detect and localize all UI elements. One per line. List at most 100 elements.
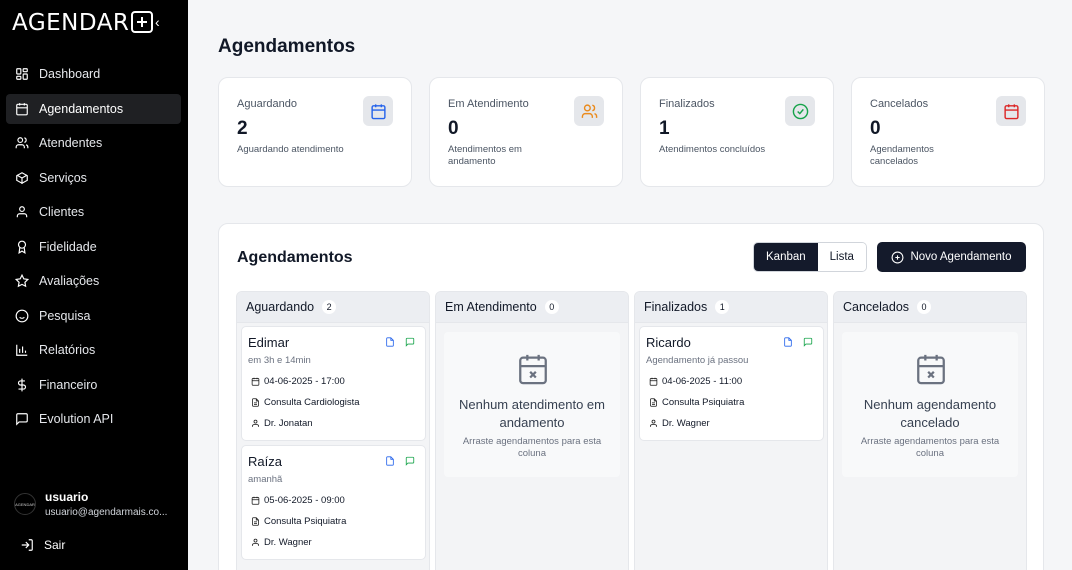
message-icon[interactable] [803,337,813,347]
sidebar-item-financeiro[interactable]: Financeiro [6,370,181,400]
message-icon[interactable] [405,456,415,466]
calendar-icon [996,96,1026,126]
user-icon [15,205,29,219]
column-count-badge: 1 [715,300,730,314]
stat-desc: Aguardando atendimento [237,144,344,155]
smile-icon [15,309,29,323]
column-title: Cancelados [843,300,910,314]
dashboard-icon [15,67,29,81]
new-appointment-label: Novo Agendamento [910,251,1012,263]
appointment-relative-time: Agendamento já passou [646,355,749,366]
stat-desc: Agendamentos cancelados [870,144,934,167]
user-profile[interactable]: AGENDAR usuario usuario@agendarmais.co..… [14,490,167,518]
appointment-card[interactable]: Raíza amanhã 05-06-2025 - 09:00 Consulta… [241,445,426,560]
sidebar: AGENDAR ‹ Dashboard Agendamentos Atenden… [0,0,188,570]
stat-value: 1 [659,118,670,139]
document-icon[interactable] [385,456,395,466]
sidebar-item-fidelidade[interactable]: Fidelidade [6,232,181,262]
star-icon [15,274,29,288]
user-name: usuario [45,490,89,504]
sidebar-nav: Dashboard Agendamentos Atendentes Serviç… [6,59,181,439]
view-toggle: Kanban Lista [753,242,867,272]
appointment-service: Consulta Psiquiatra [649,397,744,408]
sidebar-item-evolution-api[interactable]: Evolution API [6,404,181,434]
sidebar-item-label: Serviços [39,170,87,185]
calendar-icon [251,377,260,386]
appointment-datetime: 04-06-2025 - 17:00 [251,376,345,387]
column-title: Finalizados [644,300,708,314]
sidebar-item-servicos[interactable]: Serviços [6,163,181,193]
column-count-badge: 0 [917,300,932,314]
sidebar-item-pesquisa[interactable]: Pesquisa [6,301,181,331]
sidebar-item-label: Pesquisa [39,308,91,323]
sidebar-item-dashboard[interactable]: Dashboard [6,59,181,89]
sidebar-item-label: Clientes [39,205,85,219]
sidebar-item-agendamentos[interactable]: Agendamentos [6,93,181,124]
kanban-column-aguardando[interactable]: Aguardando 2 Edimar em 3h e 14min 04-06-… [236,291,430,570]
users-icon [15,136,29,150]
logout-icon [21,539,33,551]
sidebar-item-label: Dashboard [39,67,101,81]
document-icon [252,398,259,407]
attendant-text: Dr. Jonatan [264,418,313,429]
calendar-icon [251,496,260,505]
sidebar-item-relatorios[interactable]: Relatórios [6,335,181,365]
empty-state-title: Nenhum agendamento cancelado [863,397,997,430]
document-icon [252,517,259,526]
stat-value: 2 [237,118,248,139]
sidebar-item-label: Avaliações [39,274,100,288]
stat-value: 0 [870,118,881,139]
client-name: Raíza [248,454,282,469]
plus-circle-icon [892,251,904,263]
message-icon[interactable] [405,337,415,347]
chevron-left-icon[interactable]: ‹ [155,14,160,30]
check-circle-icon [785,96,815,126]
attendant-text: Dr. Wagner [264,537,312,548]
user-email: usuario@agendarmais.co... [45,507,168,518]
stat-card-finalizados: Finalizados 1 Atendimentos concluídos [640,77,834,187]
calendar-icon [15,102,29,116]
bar-chart-icon [15,343,29,357]
stat-label: Em Atendimento [448,98,529,110]
sidebar-item-label: Fidelidade [39,239,97,254]
page-title: Agendamentos [218,36,356,57]
appointment-attendant: Dr. Jonatan [251,418,313,429]
appointment-card[interactable]: Edimar em 3h e 14min 04-06-2025 - 17:00 … [241,326,426,441]
sidebar-item-clientes[interactable]: Clientes [6,197,181,227]
kanban-column-cancelados[interactable]: Cancelados 0 Nenhum agendamento cancelad… [833,291,1027,570]
stat-label: Cancelados [870,98,929,110]
stat-value: 0 [448,118,459,139]
stat-card-aguardando: Aguardando 2 Aguardando atendimento [218,77,412,187]
stat-desc: Atendimentos concluídos [659,144,766,155]
column-count-badge: 0 [544,300,559,314]
datetime-text: 04-06-2025 - 17:00 [264,376,345,387]
document-icon[interactable] [783,337,793,347]
user-icon [252,419,259,427]
sidebar-item-atendentes[interactable]: Atendentes [6,128,181,158]
appointment-relative-time: em 3h e 14min [248,355,311,366]
document-icon[interactable] [385,337,395,347]
column-title: Em Atendimento [445,300,537,314]
datetime-text: 04-06-2025 - 11:00 [662,376,743,387]
column-header: Em Atendimento 0 [436,292,628,323]
kanban-column-em-atendimento[interactable]: Em Atendimento 0 Nenhum atendimento em a… [435,291,629,570]
calendar-icon [363,96,393,126]
appointment-card[interactable]: Ricardo Agendamento já passou 04-06-2025… [639,326,824,441]
award-icon [15,240,29,254]
dollar-icon [15,378,29,392]
avatar: AGENDAR [14,493,36,515]
sidebar-item-avaliacoes[interactable]: Avaliações [6,266,181,296]
view-kanban-button[interactable]: Kanban [754,243,818,271]
logo-plus-icon [131,11,154,33]
empty-state-subtitle: Arraste agendamentos para esta coluna [462,436,602,459]
client-name: Edimar [248,335,290,350]
stat-card-em-atendimento: Em Atendimento 0 Atendimentos em andamen… [429,77,623,187]
stat-card-cancelados: Cancelados 0 Agendamentos cancelados [851,77,1045,187]
stat-label: Finalizados [659,98,715,110]
appointment-datetime: 05-06-2025 - 09:00 [251,495,345,506]
logout-button[interactable]: Sair [20,538,65,552]
view-lista-button[interactable]: Lista [817,243,866,271]
users-icon [574,96,604,126]
new-appointment-button[interactable]: Novo Agendamento [877,242,1026,272]
kanban-column-finalizados[interactable]: Finalizados 1 Ricardo Agendamento já pas… [634,291,828,570]
